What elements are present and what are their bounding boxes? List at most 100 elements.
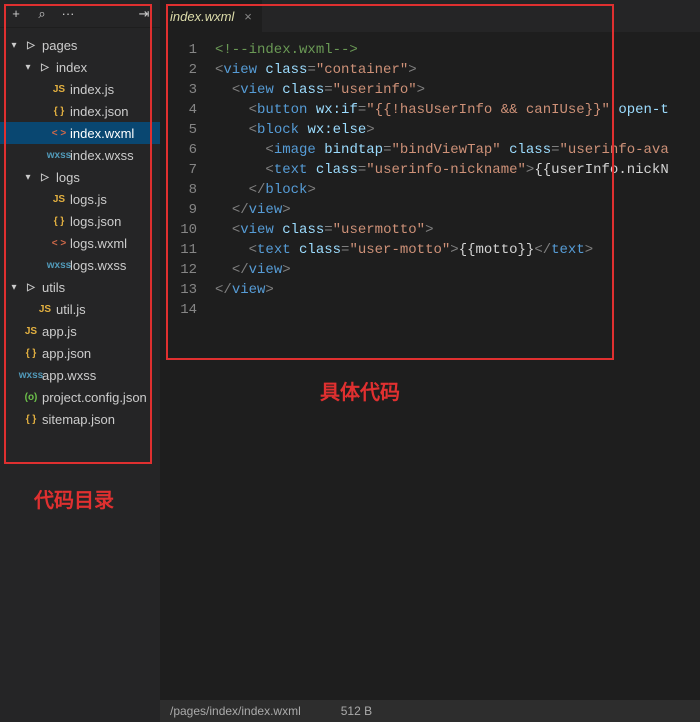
file-explorer-sidebar: + ⌕ ··· ⇥ ▾▷pages▾▷indexJSindex.js{ }ind… bbox=[0, 0, 160, 722]
sidebar-toolbar: + ⌕ ··· ⇥ bbox=[0, 0, 160, 28]
line-number: 2 bbox=[160, 60, 197, 80]
file-icon: { } bbox=[48, 216, 70, 227]
file-icon: JS bbox=[20, 326, 42, 337]
tree-item-index-js[interactable]: JSindex.js bbox=[0, 78, 160, 100]
file-label: app.json bbox=[42, 346, 91, 361]
file-icon: JS bbox=[48, 84, 70, 95]
tab-bar: index.wxml × bbox=[160, 0, 700, 32]
file-label: index bbox=[56, 60, 87, 75]
tree-item-index-wxml[interactable]: < >index.wxml bbox=[0, 122, 160, 144]
twisty-icon: ▾ bbox=[22, 62, 34, 73]
file-icon: < > bbox=[48, 128, 70, 139]
file-label: logs bbox=[56, 170, 80, 185]
code-line[interactable]: </view> bbox=[215, 260, 700, 280]
annotation-label-sidebar: 代码目录 bbox=[34, 484, 114, 513]
tree-item-logs-json[interactable]: { }logs.json bbox=[0, 210, 160, 232]
file-label: sitemap.json bbox=[42, 412, 115, 427]
tree-item-app-json[interactable]: { }app.json bbox=[0, 342, 160, 364]
tree-item-utils[interactable]: ▾▷utils bbox=[0, 276, 160, 298]
code-line[interactable] bbox=[215, 300, 700, 320]
tree-item-sitemap-json[interactable]: { }sitemap.json bbox=[0, 408, 160, 430]
file-label: app.js bbox=[42, 324, 77, 339]
line-number: 11 bbox=[160, 240, 197, 260]
status-filepath: /pages/index/index.wxml bbox=[170, 704, 301, 718]
file-icon: JS bbox=[34, 304, 56, 315]
file-label: index.js bbox=[70, 82, 114, 97]
file-icon: JS bbox=[48, 194, 70, 205]
line-number: 10 bbox=[160, 220, 197, 240]
file-icon: ▷ bbox=[20, 40, 42, 51]
file-label: utils bbox=[42, 280, 65, 295]
code-line[interactable]: <text class="userinfo-nickname">{{userIn… bbox=[215, 160, 700, 180]
tree-item-app-wxss[interactable]: wxssapp.wxss bbox=[0, 364, 160, 386]
status-filesize: 512 B bbox=[341, 704, 372, 718]
file-label: app.wxss bbox=[42, 368, 96, 383]
file-label: logs.wxml bbox=[70, 236, 127, 251]
code-line[interactable]: <view class="container"> bbox=[215, 60, 700, 80]
code-line[interactable]: <block wx:else> bbox=[215, 120, 700, 140]
file-icon: ▷ bbox=[20, 282, 42, 293]
collapse-button[interactable]: ⇥ bbox=[132, 2, 156, 26]
twisty-icon: ▾ bbox=[8, 40, 20, 51]
code-line[interactable]: <view class="usermotto"> bbox=[215, 220, 700, 240]
line-number: 6 bbox=[160, 140, 197, 160]
tree-item-logs-wxss[interactable]: wxsslogs.wxss bbox=[0, 254, 160, 276]
new-file-button[interactable]: + bbox=[4, 2, 28, 26]
line-number: 14 bbox=[160, 300, 197, 320]
tree-item-logs[interactable]: ▾▷logs bbox=[0, 166, 160, 188]
tree-item-index-wxss[interactable]: wxssindex.wxss bbox=[0, 144, 160, 166]
code-editor[interactable]: 1234567891011121314 <!--index.wxml--><vi… bbox=[160, 32, 700, 700]
code-line[interactable]: </view> bbox=[215, 280, 700, 300]
file-icon: { } bbox=[48, 106, 70, 117]
tree-item-logs-wxml[interactable]: < >logs.wxml bbox=[0, 232, 160, 254]
tab-title: index.wxml bbox=[170, 9, 234, 24]
line-number: 9 bbox=[160, 200, 197, 220]
annotation-label-editor: 具体代码 bbox=[320, 376, 400, 405]
tree-item-index[interactable]: ▾▷index bbox=[0, 56, 160, 78]
line-number: 5 bbox=[160, 120, 197, 140]
code-content[interactable]: <!--index.wxml--><view class="container"… bbox=[215, 40, 700, 700]
tree-item-app-js[interactable]: JSapp.js bbox=[0, 320, 160, 342]
status-bar: /pages/index/index.wxml 512 B bbox=[160, 700, 700, 722]
line-number-gutter: 1234567891011121314 bbox=[160, 40, 215, 700]
file-label: logs.js bbox=[70, 192, 107, 207]
tree-item-util-js[interactable]: JSutil.js bbox=[0, 298, 160, 320]
tree-item-index-json[interactable]: { }index.json bbox=[0, 100, 160, 122]
code-line[interactable]: <!--index.wxml--> bbox=[215, 40, 700, 60]
file-icon: < > bbox=[48, 238, 70, 249]
file-label: project.config.json bbox=[42, 390, 147, 405]
line-number: 7 bbox=[160, 160, 197, 180]
code-line[interactable]: <image bindtap="bindViewTap" class="user… bbox=[215, 140, 700, 160]
tree-item-project-config-json[interactable]: (o)project.config.json bbox=[0, 386, 160, 408]
file-icon: wxss bbox=[20, 370, 42, 381]
file-icon: (o) bbox=[20, 392, 42, 403]
more-button[interactable]: ··· bbox=[56, 2, 80, 26]
search-button[interactable]: ⌕ bbox=[30, 2, 54, 26]
line-number: 8 bbox=[160, 180, 197, 200]
code-line[interactable]: </view> bbox=[215, 200, 700, 220]
file-label: pages bbox=[42, 38, 77, 53]
file-label: util.js bbox=[56, 302, 86, 317]
file-label: logs.wxss bbox=[70, 258, 126, 273]
file-icon: { } bbox=[20, 348, 42, 359]
tree-item-logs-js[interactable]: JSlogs.js bbox=[0, 188, 160, 210]
file-label: index.wxml bbox=[70, 126, 134, 141]
line-number: 1 bbox=[160, 40, 197, 60]
code-line[interactable]: <button wx:if="{{!hasUserInfo && canIUse… bbox=[215, 100, 700, 120]
tree-item-pages[interactable]: ▾▷pages bbox=[0, 34, 160, 56]
file-icon: wxss bbox=[48, 150, 70, 161]
code-line[interactable]: <view class="userinfo"> bbox=[215, 80, 700, 100]
editor-tab[interactable]: index.wxml × bbox=[160, 0, 263, 32]
twisty-icon: ▾ bbox=[8, 282, 20, 293]
file-icon: ▷ bbox=[34, 62, 56, 73]
code-line[interactable]: <text class="user-motto">{{motto}}</text… bbox=[215, 240, 700, 260]
line-number: 4 bbox=[160, 100, 197, 120]
line-number: 3 bbox=[160, 80, 197, 100]
tab-close-icon[interactable]: × bbox=[244, 9, 252, 24]
file-label: logs.json bbox=[70, 214, 121, 229]
file-label: index.json bbox=[70, 104, 129, 119]
file-tree: ▾▷pages▾▷indexJSindex.js{ }index.json< >… bbox=[0, 28, 160, 436]
code-line[interactable]: </block> bbox=[215, 180, 700, 200]
file-label: index.wxss bbox=[70, 148, 134, 163]
file-icon: { } bbox=[20, 414, 42, 425]
